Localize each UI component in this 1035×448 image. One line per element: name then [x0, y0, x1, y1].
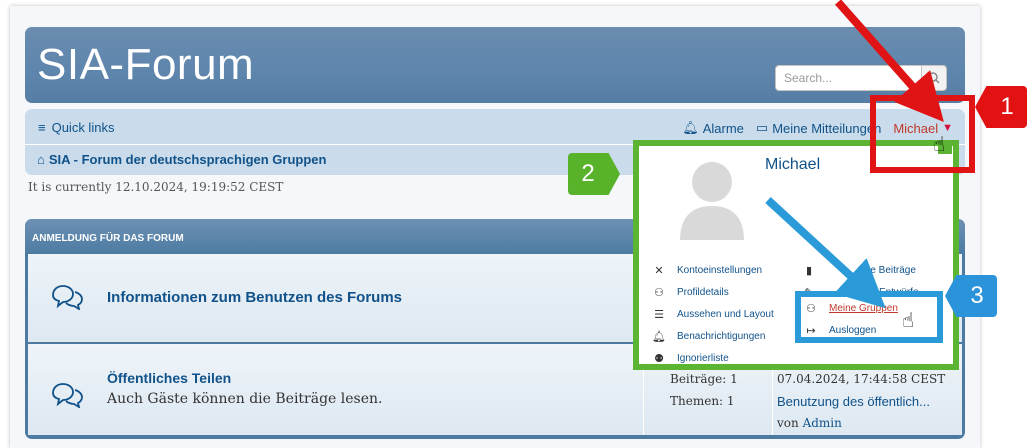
home-icon: ⌂ — [37, 152, 45, 167]
bell-icon: 🔔︎ — [682, 120, 699, 135]
messages-label: Meine Mitteilungen — [772, 120, 882, 136]
users-icon: ⚇ — [654, 286, 664, 299]
forum-title[interactable]: Informationen zum Benutzen des Forums — [107, 289, 402, 306]
sliders-icon: ☰ — [654, 308, 664, 321]
last-post-by: von Admin — [777, 416, 842, 430]
hamburger-icon: ≡ — [38, 120, 46, 135]
search-icon — [928, 72, 940, 84]
menu-item-label: Profildetails — [677, 286, 729, 298]
bell-icon: 🔔︎ — [652, 330, 666, 343]
inbox-icon: ▭ — [755, 120, 769, 135]
site-title[interactable]: SIA-Forum — [37, 40, 254, 90]
account-menu: ✕ Kontoeinstellungen ⚇ Profildetails ☰ A… — [652, 259, 774, 369]
menu-item-profile[interactable]: ⚇ Profildetails — [653, 281, 774, 303]
quick-links-button[interactable]: ≡ Quick links — [38, 120, 114, 135]
menu-item-ignore-list[interactable]: ⚉ Ignorierliste — [653, 347, 774, 369]
menu-item-layout[interactable]: ☰ Aussehen und Layout — [653, 303, 774, 325]
forum-description: Auch Gäste können die Beiträge lesen. — [107, 391, 383, 407]
file-icon: ▮ — [805, 264, 813, 277]
breadcrumb[interactable]: ⌂ SIA - Forum der deutschsprachigen Grup… — [37, 152, 326, 167]
group-icon: ⚇ — [806, 302, 816, 315]
last-post-time: 07.04.2024, 17:44:58 CEST — [777, 372, 946, 386]
quick-links-label: Quick links — [51, 120, 115, 135]
menu-item-label: Kontoeinstellungen — [677, 264, 763, 276]
group-menu: ⚇ Meine Gruppen ↦ Ausloggen — [805, 297, 898, 341]
highlight-box-user — [870, 95, 975, 173]
avatar-placeholder — [677, 154, 747, 240]
logout-icon: ↦ — [806, 324, 816, 337]
search-input[interactable]: Search... — [775, 65, 923, 91]
hand-cursor-icon: ☝ — [933, 134, 946, 156]
alarms-label: Alarme — [702, 120, 744, 136]
wrench-icon: ✕ — [654, 264, 664, 277]
user-block-icon: ⚉ — [654, 352, 664, 365]
alarms-link[interactable]: 🔔︎ Alarme — [682, 120, 744, 136]
posts-count: Beiträge: 1 — [670, 372, 738, 386]
step-badge-1: 1 — [975, 86, 1027, 128]
menu-item-account-settings[interactable]: ✕ Kontoeinstellungen — [653, 259, 774, 281]
site-header: SIA-Forum Search... — [25, 27, 965, 103]
by-label: von — [777, 416, 799, 430]
chat-bubbles-icon — [52, 285, 83, 310]
menu-item-label: Ignorierliste — [677, 352, 729, 364]
last-post-link[interactable]: Benutzung des öffentlich... — [777, 394, 930, 409]
menu-item-logout[interactable]: ↦ Ausloggen — [805, 319, 898, 341]
breadcrumb-label: SIA - Forum der deutschsprachigen Gruppe… — [48, 152, 327, 167]
hand-cursor-icon: ☝ — [902, 310, 915, 332]
menu-item-my-groups[interactable]: ⚇ Meine Gruppen — [805, 297, 898, 319]
menu-item-my-posts[interactable]: ▮ eine Beiträge — [803, 259, 918, 281]
current-time: It is currently 12.10.2024, 19:19:52 CES… — [28, 180, 284, 194]
menu-item-notifications[interactable]: 🔔︎ Benachrichtigungen — [652, 325, 774, 347]
chat-bubbles-icon — [52, 383, 83, 408]
menu-item-label: Aussehen und Layout — [677, 308, 774, 320]
menu-item-label: Meine Gruppen — [829, 302, 898, 314]
dropdown-username: Michael — [765, 156, 821, 173]
menu-item-label: Ausloggen — [829, 324, 877, 336]
highlight-box-groups: ⚇ Meine Gruppen ↦ Ausloggen — [795, 291, 943, 343]
menu-item-label: eine Beiträge — [857, 264, 916, 276]
messages-link[interactable]: ▭ Meine Mitteilungen — [756, 120, 881, 136]
last-post-author[interactable]: Admin — [803, 416, 842, 430]
topics-count: Themen: 1 — [670, 394, 735, 408]
search-button[interactable] — [921, 65, 947, 91]
forum-title[interactable]: Öffentliches Teilen — [107, 370, 231, 386]
menu-item-label: Benachrichtigungen — [677, 330, 766, 342]
